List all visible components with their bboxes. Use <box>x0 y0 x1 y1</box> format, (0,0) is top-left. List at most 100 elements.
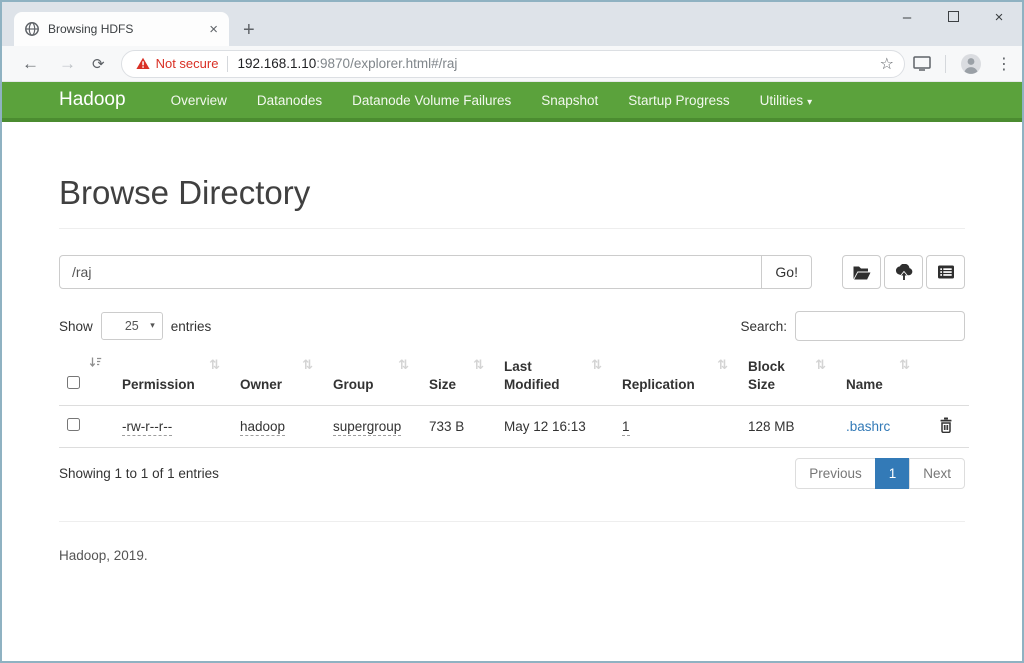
tab-title: Browsing HDFS <box>48 22 206 36</box>
utilities-label: Utilities <box>760 93 804 108</box>
nav-item-startup-progress[interactable]: Startup Progress <box>613 93 744 108</box>
col-header-group[interactable]: Group ⇅ <box>325 351 421 405</box>
row-checkbox[interactable] <box>67 418 80 431</box>
sort-asc-icon <box>89 356 102 374</box>
bookmark-star-icon[interactable]: ☆ <box>880 54 894 74</box>
list-alt-icon <box>937 264 955 280</box>
file-name-link[interactable]: .bashrc <box>846 419 890 434</box>
permission-value[interactable]: -rw-r--r-- <box>122 419 172 436</box>
header-label: Group <box>333 377 374 392</box>
back-icon[interactable]: ← <box>12 54 49 74</box>
create-directory-button[interactable] <box>842 255 881 289</box>
header-label: Permission <box>122 377 195 392</box>
page-title: Browse Directory <box>59 174 965 212</box>
nav-item-datanodes[interactable]: Datanodes <box>242 93 337 108</box>
address-bar[interactable]: Not secure 192.168.1.10 :9870/explorer.h… <box>121 50 905 78</box>
cast-icon[interactable] <box>913 56 931 71</box>
nav-item-datanode-volume-failures[interactable]: Datanode Volume Failures <box>337 93 526 108</box>
pagination-next[interactable]: Next <box>909 458 965 489</box>
profile-avatar[interactable] <box>960 53 982 75</box>
window-maximize-icon[interactable] <box>930 9 976 26</box>
sort-both-icon: ⇅ <box>398 356 409 374</box>
col-header-last-modified[interactable]: Last Modified ⇅ <box>496 351 614 405</box>
sort-both-icon: ⇅ <box>473 356 484 374</box>
table-footer: Showing 1 to 1 of 1 entries Previous 1 N… <box>59 458 965 489</box>
tab-close-icon[interactable]: × <box>206 21 221 38</box>
col-header-select[interactable] <box>59 351 114 405</box>
url-path: :9870/explorer.html#/raj <box>316 56 457 71</box>
window-minimize-icon[interactable]: – <box>884 9 930 26</box>
footer-divider <box>59 521 965 522</box>
table-row: -rw-r--r-- hadoop supergroup 733 B May 1… <box>59 405 969 447</box>
header-label: Name <box>846 377 883 392</box>
header-label: Last Modified <box>504 359 560 392</box>
search-input[interactable] <box>795 311 965 341</box>
header-label: Block Size <box>748 359 785 392</box>
nav-item-utilities[interactable]: Utilities▾ <box>745 93 828 108</box>
folder-open-icon <box>852 264 871 280</box>
sort-both-icon: ⇅ <box>815 356 826 374</box>
sort-both-icon: ⇅ <box>717 356 728 374</box>
entries-per-page-select[interactable]: 25 ▾ <box>101 312 163 340</box>
nav-item-snapshot[interactable]: Snapshot <box>526 93 613 108</box>
delete-trash-icon[interactable] <box>939 417 953 433</box>
browser-menu-icon[interactable]: ⋮ <box>996 54 1012 74</box>
sort-both-icon: ⇅ <box>899 356 910 374</box>
sort-both-icon: ⇅ <box>302 356 313 374</box>
go-button[interactable]: Go! <box>762 255 812 289</box>
col-header-block-size[interactable]: Block Size ⇅ <box>740 351 838 405</box>
upload-file-button[interactable] <box>884 255 923 289</box>
col-header-size[interactable]: Size ⇅ <box>421 351 496 405</box>
table-controls: Show 25 ▾ entries Search: <box>59 311 965 341</box>
directory-path-input[interactable] <box>59 255 762 289</box>
header-label: Replication <box>622 377 695 392</box>
select-caret-icon: ▾ <box>150 320 155 331</box>
table-header-row: Permission ⇅ Owner ⇅ Group ⇅ Size ⇅ <box>59 351 969 405</box>
cut-paste-button[interactable] <box>926 255 965 289</box>
table-info: Showing 1 to 1 of 1 entries <box>59 458 219 481</box>
browser-window: Browsing HDFS × + – × ← → ⟳ Not secure 1… <box>0 0 1024 663</box>
pagination: Previous 1 Next <box>795 458 965 489</box>
directory-action-buttons <box>842 255 965 289</box>
url-separator <box>227 56 228 72</box>
pagination-previous[interactable]: Previous <box>795 458 876 489</box>
hadoop-navbar: Hadoop Overview Datanodes Datanode Volum… <box>2 82 1022 122</box>
search-control: Search: <box>740 311 965 341</box>
entries-label: entries <box>171 319 212 334</box>
browser-titlebar: Browsing HDFS × + – × <box>2 2 1022 46</box>
page-size-value: 25 <box>125 319 139 333</box>
col-header-actions <box>922 351 969 405</box>
maximize-square-icon <box>948 11 959 22</box>
window-controls: – × <box>884 2 1022 32</box>
group-value[interactable]: supergroup <box>333 419 401 436</box>
nav-item-overview[interactable]: Overview <box>156 93 242 108</box>
pagination-page-1[interactable]: 1 <box>875 458 911 489</box>
show-label: Show <box>59 319 93 334</box>
select-all-checkbox[interactable] <box>67 376 80 389</box>
header-label: Size <box>429 377 456 392</box>
owner-value[interactable]: hadoop <box>240 419 285 436</box>
col-header-permission[interactable]: Permission ⇅ <box>114 351 232 405</box>
col-header-name[interactable]: Name ⇅ <box>838 351 922 405</box>
not-secure-label: Not secure <box>156 56 219 71</box>
new-tab-icon[interactable]: + <box>243 20 255 40</box>
path-input-group: Go! <box>59 255 812 289</box>
col-header-replication[interactable]: Replication ⇅ <box>614 351 740 405</box>
not-secure-warning-icon <box>136 57 150 70</box>
browser-toolbar: ← → ⟳ Not secure 192.168.1.10 :9870/expl… <box>2 46 1022 82</box>
upload-icon <box>894 264 914 281</box>
title-divider <box>59 228 965 229</box>
window-close-icon[interactable]: × <box>976 9 1022 26</box>
browser-tab[interactable]: Browsing HDFS × <box>14 12 229 46</box>
url-host: 192.168.1.10 <box>237 56 316 71</box>
col-header-owner[interactable]: Owner ⇅ <box>232 351 325 405</box>
reload-icon[interactable]: ⟳ <box>86 55 115 73</box>
chevron-down-icon: ▾ <box>807 97 812 108</box>
forward-icon[interactable]: → <box>49 54 86 74</box>
replication-value[interactable]: 1 <box>622 419 630 436</box>
page-length-control: Show 25 ▾ entries <box>59 312 211 340</box>
sort-both-icon: ⇅ <box>591 356 602 374</box>
path-row: Go! <box>59 255 965 289</box>
header-label: Owner <box>240 377 282 392</box>
toolbar-separator <box>945 55 946 73</box>
